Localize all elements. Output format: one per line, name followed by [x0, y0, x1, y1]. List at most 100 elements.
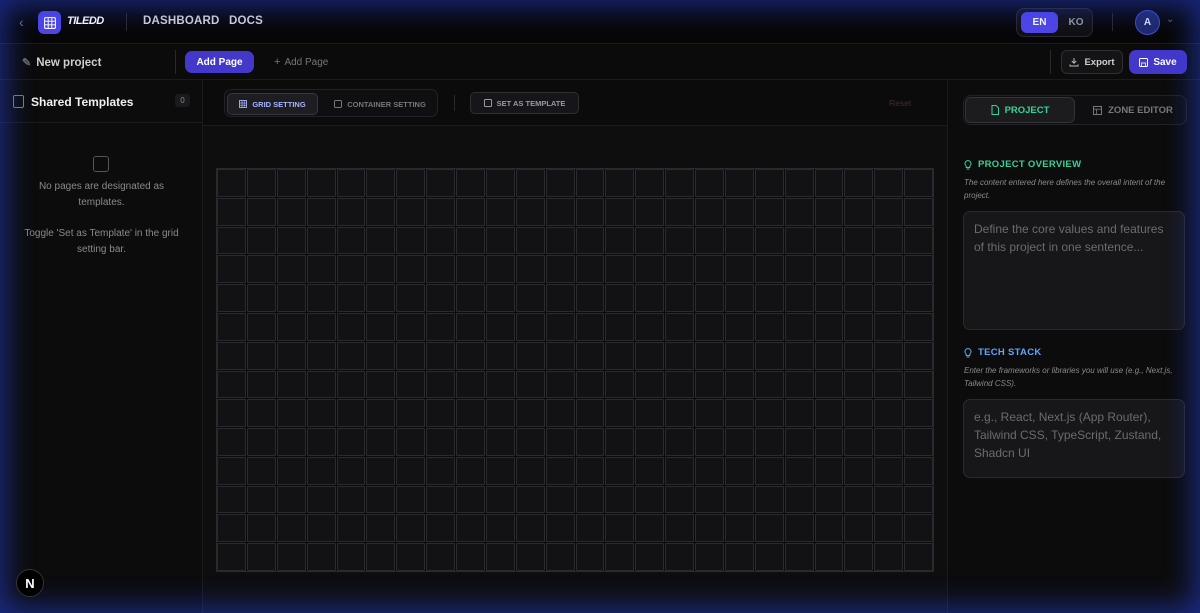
grid-cell[interactable] — [814, 341, 844, 370]
nav-dashboard[interactable]: DASHBOARD — [143, 15, 220, 27]
grid-cell[interactable] — [276, 284, 306, 312]
grid-cell[interactable] — [485, 226, 515, 255]
grid-cell[interactable] — [366, 284, 396, 312]
grid-cell[interactable] — [456, 226, 485, 255]
grid-cell[interactable] — [724, 370, 754, 399]
grid-cell[interactable] — [844, 456, 874, 485]
grid-cell[interactable] — [545, 485, 575, 514]
grid-cell[interactable] — [545, 456, 575, 485]
grid-cell[interactable] — [336, 370, 366, 399]
lang-ko-button[interactable]: KO — [1062, 12, 1090, 33]
grid-cell[interactable] — [485, 169, 515, 197]
grid-cell[interactable] — [874, 169, 904, 197]
logo-grid-icon[interactable] — [38, 11, 61, 34]
grid-cell[interactable] — [545, 226, 575, 255]
grid-cell[interactable] — [485, 456, 515, 485]
grid-cell[interactable] — [695, 543, 724, 571]
grid-cell[interactable] — [605, 341, 635, 370]
grid-cell[interactable] — [396, 312, 426, 341]
grid-cell[interactable] — [724, 341, 754, 370]
grid-cell[interactable] — [784, 456, 814, 485]
chevron-down-icon[interactable]: ⌄ — [1166, 14, 1174, 25]
tech-stack-input[interactable]: e.g., React, Next.js (App Router), Tailw… — [963, 399, 1185, 478]
grid-cell[interactable] — [515, 197, 545, 226]
reset-button[interactable]: Reset — [889, 98, 911, 108]
grid-cell[interactable] — [665, 485, 694, 514]
grid-cell[interactable] — [515, 428, 545, 456]
grid-cell[interactable] — [635, 370, 665, 399]
grid-cell[interactable] — [754, 341, 784, 370]
grid-cell[interactable] — [754, 169, 784, 197]
grid-cell[interactable] — [396, 456, 426, 485]
grid-cell[interactable] — [396, 514, 426, 543]
grid-cell[interactable] — [456, 514, 485, 543]
grid-cell[interactable] — [575, 514, 605, 543]
grid-cell[interactable] — [904, 456, 933, 485]
grid-cell[interactable] — [904, 341, 933, 370]
grid-cell[interactable] — [784, 284, 814, 312]
grid-cell[interactable] — [217, 370, 246, 399]
grid-cell[interactable] — [246, 255, 276, 284]
grid-cell[interactable] — [396, 255, 426, 284]
grid-cell[interactable] — [276, 255, 306, 284]
grid-cell[interactable] — [635, 514, 665, 543]
grid-cell[interactable] — [336, 399, 366, 428]
grid-cell[interactable] — [515, 456, 545, 485]
grid-cell[interactable] — [306, 370, 336, 399]
grid-cell[interactable] — [695, 169, 724, 197]
grid-cell[interactable] — [605, 226, 635, 255]
grid-cell[interactable] — [575, 370, 605, 399]
grid-cell[interactable] — [246, 284, 276, 312]
grid-cell[interactable] — [217, 255, 246, 284]
grid-cell[interactable] — [844, 514, 874, 543]
grid-cell[interactable] — [276, 226, 306, 255]
grid-cell[interactable] — [246, 514, 276, 543]
grid-cell[interactable] — [366, 514, 396, 543]
grid-cell[interactable] — [635, 456, 665, 485]
grid-cell[interactable] — [754, 428, 784, 456]
logo-text[interactable]: TILEDD — [67, 15, 104, 27]
grid-cell[interactable] — [724, 543, 754, 571]
grid-cell[interactable] — [874, 456, 904, 485]
grid-cell[interactable] — [426, 169, 455, 197]
back-chevron-icon[interactable]: ‹ — [19, 14, 33, 30]
grid-cell[interactable] — [246, 197, 276, 226]
grid-cell[interactable] — [426, 197, 455, 226]
grid-cell[interactable] — [545, 399, 575, 428]
grid-cell[interactable] — [426, 514, 455, 543]
grid-cell[interactable] — [575, 399, 605, 428]
grid-cell[interactable] — [426, 543, 455, 571]
grid-cell[interactable] — [635, 312, 665, 341]
grid-cell[interactable] — [814, 226, 844, 255]
grid-cell[interactable] — [695, 284, 724, 312]
grid-cell[interactable] — [456, 169, 485, 197]
grid-cell[interactable] — [605, 399, 635, 428]
grid-cell[interactable] — [217, 284, 246, 312]
add-page-ghost-button[interactable]: + Add Page — [274, 56, 328, 68]
grid-cell[interactable] — [306, 428, 336, 456]
grid-cell[interactable] — [366, 226, 396, 255]
grid-cell[interactable] — [754, 514, 784, 543]
grid-cell[interactable] — [306, 197, 336, 226]
grid-cell[interactable] — [605, 312, 635, 341]
grid-cell[interactable] — [246, 485, 276, 514]
grid-cell[interactable] — [814, 312, 844, 341]
grid-cell[interactable] — [545, 169, 575, 197]
grid-cell[interactable] — [217, 514, 246, 543]
grid-cell[interactable] — [665, 312, 694, 341]
grid-cell[interactable] — [396, 284, 426, 312]
avatar[interactable]: A — [1135, 10, 1160, 35]
grid-cell[interactable] — [545, 543, 575, 571]
grid-cell[interactable] — [605, 169, 635, 197]
grid-cell[interactable] — [724, 428, 754, 456]
grid-cell[interactable] — [396, 399, 426, 428]
grid-cell[interactable] — [754, 197, 784, 226]
grid-cell[interactable] — [874, 370, 904, 399]
grid-cell[interactable] — [485, 341, 515, 370]
grid-cell[interactable] — [276, 399, 306, 428]
grid-cell[interactable] — [366, 341, 396, 370]
grid-cell[interactable] — [456, 370, 485, 399]
grid-cell[interactable] — [515, 399, 545, 428]
grid-cell[interactable] — [724, 197, 754, 226]
grid-cell[interactable] — [426, 226, 455, 255]
